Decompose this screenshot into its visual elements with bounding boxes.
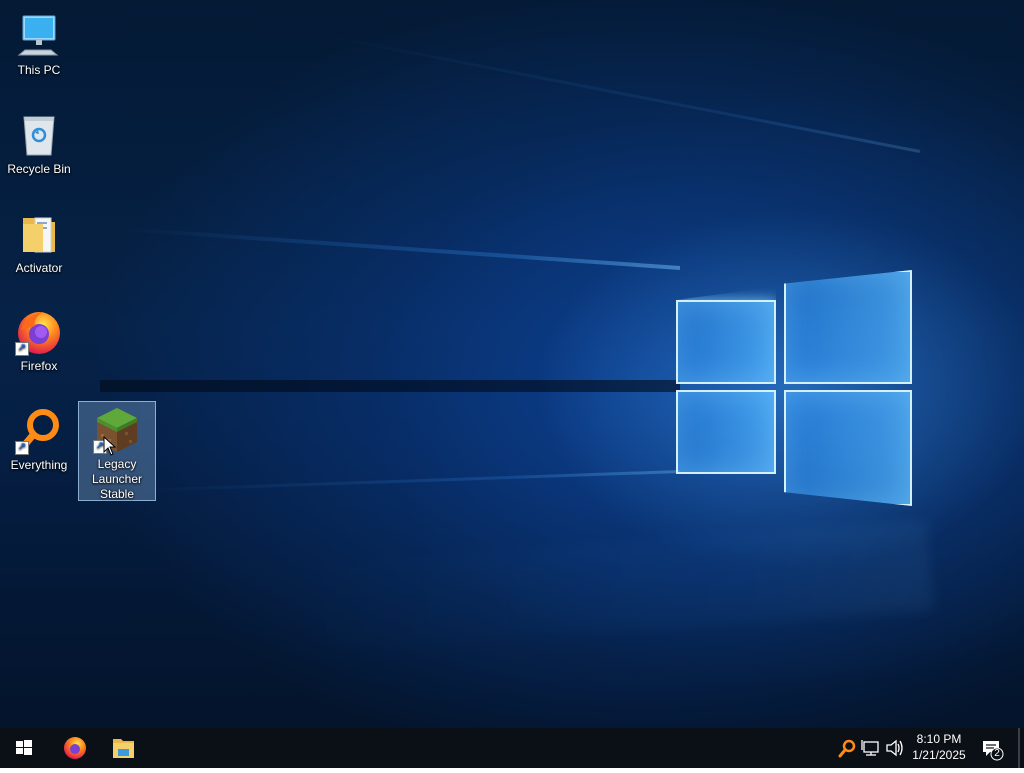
- taskbar-firefox-button[interactable]: [50, 728, 98, 768]
- folder-icon: [15, 210, 63, 258]
- tray-everything-button[interactable]: [836, 728, 858, 768]
- minecraft-grass-block-icon: ↗: [93, 406, 141, 454]
- clock-date: 1/21/2025: [912, 748, 966, 762]
- desktop-icon-everything[interactable]: ↗ Everything: [1, 403, 77, 473]
- action-center-button[interactable]: 2: [978, 728, 1006, 768]
- volume-icon: [886, 739, 903, 757]
- shortcut-arrow-icon: ↗: [15, 441, 29, 455]
- logo-pane: [784, 390, 912, 506]
- firefox-icon: ↗: [15, 308, 63, 356]
- desktop-icon-recycle-bin[interactable]: Recycle Bin: [1, 107, 77, 177]
- desktop-icon-label: This PC: [17, 63, 61, 77]
- windows-logo-wallpaper: [0, 0, 1024, 728]
- taskbar-file-explorer-button[interactable]: [99, 728, 147, 768]
- mouse-cursor-icon: [103, 435, 117, 456]
- start-button[interactable]: [0, 728, 48, 768]
- notification-count-badge: 2: [994, 748, 1000, 759]
- desktop-icon-firefox[interactable]: ↗ Firefox: [1, 304, 77, 374]
- desktop-icon-legacy-launcher[interactable]: ↗ Legacy Launcher Stable: [78, 401, 156, 501]
- desktop-icon-label: Activator: [15, 261, 63, 275]
- clock-time: 8:10 PM: [916, 732, 962, 746]
- desktop-background: This PC Recycle Bin Activator ↗ Firefox …: [0, 0, 1024, 728]
- everything-search-icon: ↗: [15, 407, 63, 455]
- desktop-icon-label: Everything: [10, 458, 68, 472]
- tray-volume-button[interactable]: [884, 728, 906, 768]
- file-explorer-icon: [113, 739, 134, 758]
- show-desktop-button[interactable]: [1018, 728, 1020, 768]
- logo-pane: [784, 270, 912, 384]
- network-icon: [861, 740, 879, 756]
- firefox-icon: [64, 737, 86, 759]
- logo-pane: [676, 300, 776, 384]
- everything-search-icon: [838, 739, 856, 758]
- recycle-bin-icon: [15, 111, 63, 159]
- desktop-icon-this-pc[interactable]: This PC: [1, 8, 77, 78]
- taskbar: 8:10 PM 1/21/2025 2: [0, 728, 1024, 768]
- desktop-icon-activator[interactable]: Activator: [1, 206, 77, 276]
- windows-start-icon: [16, 740, 32, 755]
- shortcut-arrow-icon: ↗: [15, 342, 29, 356]
- desktop-icon-label: Recycle Bin: [7, 162, 71, 176]
- logo-pane: [676, 390, 776, 474]
- desktop-icon-label: Legacy Launcher Stable: [91, 457, 143, 501]
- taskbar-clock[interactable]: 8:10 PM 1/21/2025: [906, 731, 972, 763]
- tray-network-button[interactable]: [860, 728, 882, 768]
- computer-icon: [15, 12, 63, 60]
- desktop-icon-label: Firefox: [20, 359, 58, 373]
